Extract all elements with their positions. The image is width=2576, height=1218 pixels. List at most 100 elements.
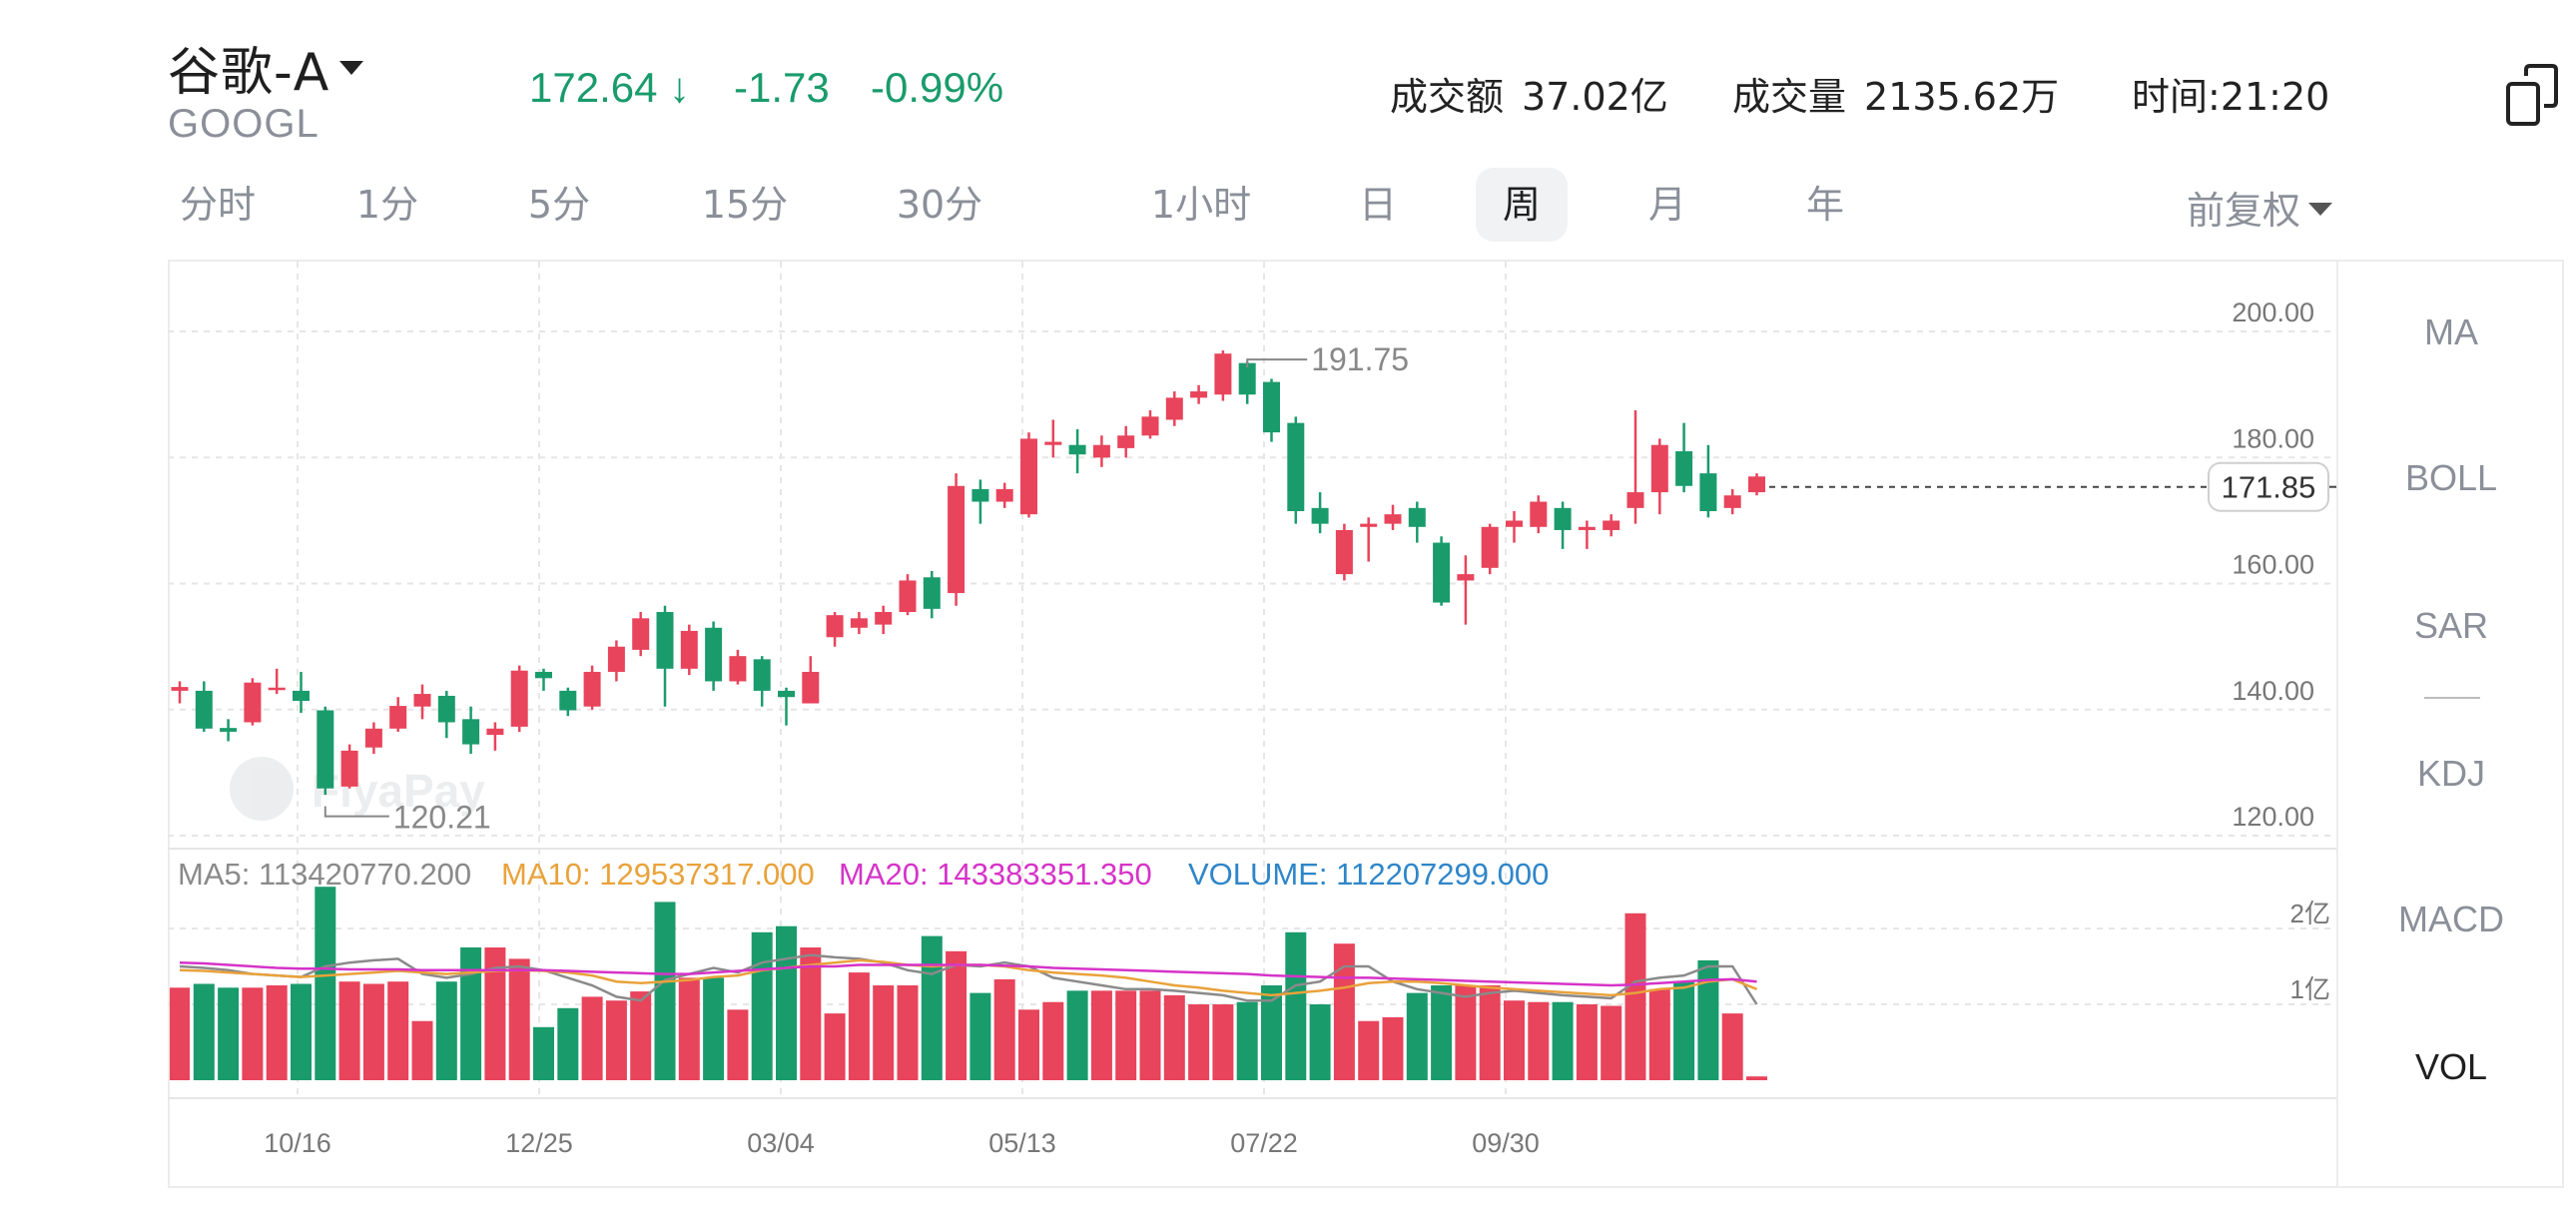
candle-body xyxy=(923,577,941,609)
volume-bar xyxy=(1721,1013,1743,1080)
candle-body xyxy=(1408,507,1426,527)
volume-bar xyxy=(824,1013,846,1080)
last-price-label: 171.85 xyxy=(2222,470,2316,505)
candle-body xyxy=(826,615,844,638)
candle-body xyxy=(971,488,989,502)
volume-bar xyxy=(1309,1004,1331,1080)
volume-bar xyxy=(1479,985,1501,1080)
volume-bar xyxy=(338,981,360,1080)
candle-body xyxy=(632,618,650,650)
candle-body xyxy=(437,695,455,723)
volume-bar xyxy=(1090,990,1112,1080)
candle-body xyxy=(1699,473,1717,511)
candle-body xyxy=(1092,444,1110,458)
candles xyxy=(171,350,1765,796)
candle-body xyxy=(1675,451,1693,486)
volume-bar xyxy=(1601,1005,1622,1080)
candle-body xyxy=(1626,492,1644,508)
candle-body xyxy=(875,612,893,625)
price-tick-label: 160.00 xyxy=(2232,550,2314,580)
volume-bar xyxy=(751,931,773,1080)
volume-bar xyxy=(1066,990,1088,1080)
candle-body xyxy=(1214,353,1232,395)
candle-body xyxy=(995,488,1013,502)
volume-bar xyxy=(1528,1001,1550,1080)
candle-body xyxy=(1723,495,1741,508)
candle-body xyxy=(462,719,480,745)
candle-body xyxy=(1044,441,1062,445)
date-tick-label: 09/30 xyxy=(1472,1128,1540,1158)
legend-volume: VOLUME: 112207299.000 xyxy=(1188,857,1549,892)
volume-bar xyxy=(387,981,409,1080)
volume-bar xyxy=(315,887,336,1080)
volume-bar xyxy=(1212,1004,1234,1080)
candle-body xyxy=(1263,381,1280,433)
volume-bar xyxy=(362,983,384,1080)
candle-body xyxy=(1141,416,1159,436)
candle-body xyxy=(1287,422,1305,511)
volume-bar xyxy=(1042,1001,1064,1080)
volume-bar xyxy=(1163,994,1185,1080)
candle-body xyxy=(317,710,334,789)
candle-body xyxy=(802,671,820,704)
volume-bar xyxy=(727,1009,749,1080)
volume-bar xyxy=(533,1026,554,1080)
date-tick-label: 12/25 xyxy=(505,1128,573,1158)
volume-bar xyxy=(873,985,895,1080)
volume-bar xyxy=(193,983,215,1080)
volume-legend: MA5: 113420770.200 MA10: 129537317.000 M… xyxy=(178,857,1549,892)
candle-body xyxy=(1335,529,1353,575)
volume-bar xyxy=(921,935,943,1080)
candle-body xyxy=(850,618,868,628)
candle-body xyxy=(753,659,771,691)
candle-body xyxy=(1457,574,1475,581)
volume-bar xyxy=(897,985,919,1080)
candlestick-chart[interactable]: FlyaPay 200.00180.00160.00140.00120.00 1… xyxy=(0,0,2576,1218)
volume-bar xyxy=(1504,1000,1525,1080)
volume-bar xyxy=(1382,1016,1404,1080)
price-tick-label: 140.00 xyxy=(2232,676,2314,706)
volume-bar xyxy=(1648,988,1670,1080)
ma20-line xyxy=(179,960,1757,987)
volume-bar xyxy=(266,985,288,1080)
volume-bar xyxy=(242,987,264,1080)
candle-body xyxy=(1506,520,1523,527)
candle-body xyxy=(510,670,528,727)
candle-body xyxy=(1190,391,1208,398)
candle-body xyxy=(1384,514,1402,524)
candle-body xyxy=(413,694,431,707)
candle-body xyxy=(389,706,407,729)
volume-bar xyxy=(1624,913,1646,1080)
volume-bar xyxy=(557,1007,579,1080)
volume-bar xyxy=(1018,1009,1039,1080)
volume-bar xyxy=(581,996,603,1080)
candle-body xyxy=(1578,526,1596,530)
volume-bar xyxy=(605,1000,627,1080)
volume-bar xyxy=(1431,985,1453,1080)
candle-body xyxy=(680,630,698,669)
legend-ma5: MA5: 113420770.200 xyxy=(178,857,471,892)
candle-body xyxy=(559,690,577,711)
candle-body xyxy=(1068,444,1086,455)
candle-body xyxy=(1020,438,1037,515)
volume-bar xyxy=(1552,1001,1574,1080)
candle-body xyxy=(1554,507,1572,530)
date-axis: 10/16 12/25 03/04 05/13 07/22 09/30 xyxy=(264,1128,1540,1158)
volume-bar xyxy=(776,925,797,1080)
candle-body xyxy=(899,580,917,612)
volume-bar xyxy=(1697,959,1719,1080)
volume-bar xyxy=(1673,981,1695,1080)
candle-body xyxy=(195,690,213,729)
volume-bar xyxy=(946,950,967,1080)
volume-bar xyxy=(1406,992,1428,1080)
volume-bar xyxy=(969,992,991,1080)
candle-body xyxy=(1650,444,1668,493)
candle-body xyxy=(1481,526,1499,568)
candle-body xyxy=(1603,520,1620,530)
volume-bar xyxy=(1285,931,1307,1080)
volume-bar xyxy=(508,958,530,1080)
volume-bar xyxy=(1236,1001,1258,1080)
candle-body xyxy=(268,687,286,691)
candle-body xyxy=(1238,362,1256,395)
ma5-line xyxy=(179,953,1758,1005)
